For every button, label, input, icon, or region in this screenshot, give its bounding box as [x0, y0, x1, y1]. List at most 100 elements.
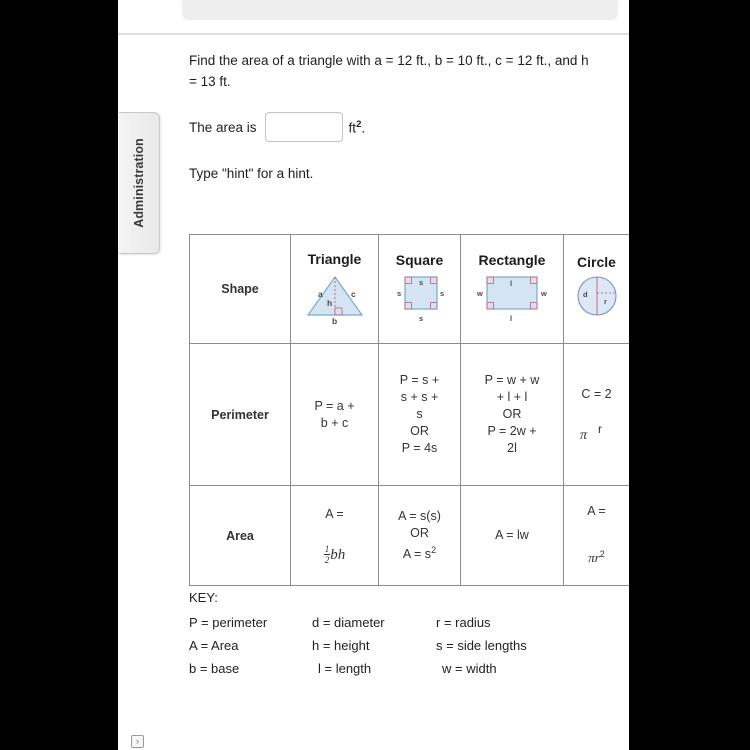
answer-input[interactable] — [264, 112, 343, 142]
row-label-perimeter: Perimeter — [189, 343, 291, 486]
key-row: A = Area h = height s = side lengths — [189, 634, 629, 657]
svg-text:s: s — [419, 278, 423, 287]
svg-text:a: a — [318, 289, 323, 299]
perimeter-circle-r: r — [598, 422, 602, 436]
area-square-line-1: A = s(s) — [398, 508, 441, 523]
area-circle-formula: πr2 — [566, 546, 627, 567]
hint-instruction: Type "hint" for a hint. — [189, 166, 314, 181]
key-item: b = base — [189, 661, 240, 676]
key-row: b = base l = length w = width — [189, 657, 629, 680]
rectangle-diagram: l w w l — [476, 275, 547, 323]
key-item: w = width — [442, 661, 497, 676]
row-label-area: Area — [189, 485, 291, 586]
svg-text:w: w — [540, 289, 547, 298]
perimeter-square-line-5: P = 4s — [401, 441, 438, 455]
key-item: s = side lengths — [436, 638, 527, 653]
row-label-shape: Shape — [189, 234, 291, 344]
cell-area-triangle: A = 1 2 bh — [290, 485, 379, 586]
chevron-right-icon: › — [136, 736, 139, 746]
area-square-or: OR — [410, 525, 429, 540]
key-item: l = length — [318, 661, 372, 676]
svg-text:l: l — [510, 314, 512, 323]
perimeter-circle-pi: π — [580, 428, 588, 443]
area-circle-pi-r: πr — [588, 550, 600, 566]
table-row-shape: Shape Triangle a c h b Square s s s s Re… — [189, 234, 629, 344]
screenshot-root: Find the area of a triangle with a = 12 … — [0, 0, 750, 750]
column-title-triangle: Triangle — [307, 250, 362, 267]
svg-text:r: r — [604, 297, 607, 306]
cell-shape-circle: Circle d r — [563, 234, 629, 344]
area-circle-line-1: A = — [587, 504, 606, 519]
question-prompt: Find the area of a triangle with a = 12 … — [189, 53, 589, 89]
key-item: P = perimeter — [189, 615, 268, 630]
perimeter-triangle-line-2: b + c — [320, 415, 349, 430]
circle-diagram: d r — [576, 275, 617, 316]
sidebar-tab-label: Administration — [132, 138, 146, 228]
cell-perimeter-rectangle: P = w + w + l + l OR P = 2w + 2l — [460, 343, 564, 486]
key-item: h = height — [312, 638, 370, 653]
key-row: P = perimeter d = diameter r = radius — [189, 611, 629, 634]
key-item: d = diameter — [312, 615, 385, 630]
answer-unit-suffix: . — [361, 120, 366, 136]
perimeter-triangle-line-1: P = a + — [314, 398, 355, 413]
triangle-diagram: a c h b — [306, 275, 363, 326]
top-panel — [182, 0, 618, 20]
perimeter-circle-line-1: C = 2 — [581, 387, 612, 401]
next-chevron-button[interactable]: › — [131, 735, 144, 748]
answer-unit: ft2. — [349, 119, 366, 136]
sidebar-tab-administration[interactable]: Administration — [119, 112, 160, 254]
area-triangle-bh: bh — [330, 546, 346, 563]
svg-text:b: b — [332, 316, 337, 325]
formula-reference-table: Shape Triangle a c h b Square s s s s Re… — [189, 234, 629, 586]
cell-shape-square: Square s s s s — [378, 234, 461, 344]
answer-unit-text: ft — [348, 120, 357, 136]
svg-text:l: l — [510, 279, 512, 288]
question-block: Find the area of a triangle with a = 12 … — [189, 50, 629, 184]
cell-area-square: A = s(s) OR A = s2 — [378, 485, 461, 586]
svg-text:d: d — [583, 290, 588, 299]
perimeter-rectangle-line-3: OR — [502, 407, 522, 421]
table-row-area: Area A = 1 2 bh A = s(s) OR A = s2 A = lw … — [189, 485, 629, 586]
svg-text:s: s — [397, 289, 401, 298]
area-rectangle-formula: A = lw — [495, 528, 529, 542]
cell-perimeter-triangle: P = a + b + c — [290, 343, 379, 486]
key-title: KEY: — [189, 590, 218, 605]
perimeter-rectangle-line-1: P = w + w — [484, 373, 540, 387]
area-circle-exponent: 2 — [599, 549, 605, 560]
svg-text:s: s — [419, 314, 423, 323]
column-title-rectangle: Rectangle — [478, 251, 546, 268]
svg-text:c: c — [351, 289, 356, 299]
table-row-perimeter: Perimeter P = a + b + c P = s + s + s + … — [189, 343, 629, 486]
cell-perimeter-circle: C = 2 π r — [563, 343, 629, 486]
perimeter-square-line-4: OR — [410, 424, 429, 438]
area-square-exponent: 2 — [431, 544, 437, 555]
perimeter-rectangle-line-2: + l + l — [496, 390, 528, 404]
column-title-square: Square — [395, 251, 444, 268]
svg-text:w: w — [476, 289, 483, 298]
key-item: r = radius — [436, 615, 491, 630]
cell-shape-rectangle: Rectangle l w w l — [460, 234, 564, 344]
key-item: A = Area — [189, 638, 239, 653]
cell-area-rectangle: A = lw — [460, 485, 564, 586]
svg-text:s: s — [440, 289, 444, 298]
area-square-expr: A = s — [402, 547, 432, 562]
answer-row: The area is ft2. — [189, 112, 629, 142]
square-diagram: s s s s — [397, 275, 444, 323]
area-square-line-2: A = s2 — [381, 542, 458, 563]
column-title-circle: Circle — [577, 253, 616, 270]
svg-text:h: h — [327, 298, 332, 308]
cell-perimeter-square: P = s + s + s + s OR P = 4s — [378, 343, 461, 486]
area-triangle-line-1: A = — [325, 506, 344, 521]
perimeter-square-line-2: s + s + — [400, 390, 439, 404]
content-viewport: Find the area of a triangle with a = 12 … — [118, 0, 629, 750]
answer-label: The area is — [189, 119, 257, 135]
perimeter-rectangle-line-4: P = 2w + — [487, 424, 537, 438]
cell-shape-triangle: Triangle a c h b — [290, 234, 379, 344]
header-divider — [118, 33, 629, 35]
perimeter-rectangle-line-5: 2l — [507, 441, 517, 455]
cell-area-circle: A = πr2 — [563, 485, 629, 586]
perimeter-square-line-3: s — [416, 407, 423, 421]
key-legend: KEY: P = perimeter d = diameter r = radi… — [189, 590, 629, 680]
area-triangle-formula: 1 2 bh — [293, 544, 376, 566]
perimeter-square-line-1: P = s + — [399, 373, 440, 387]
